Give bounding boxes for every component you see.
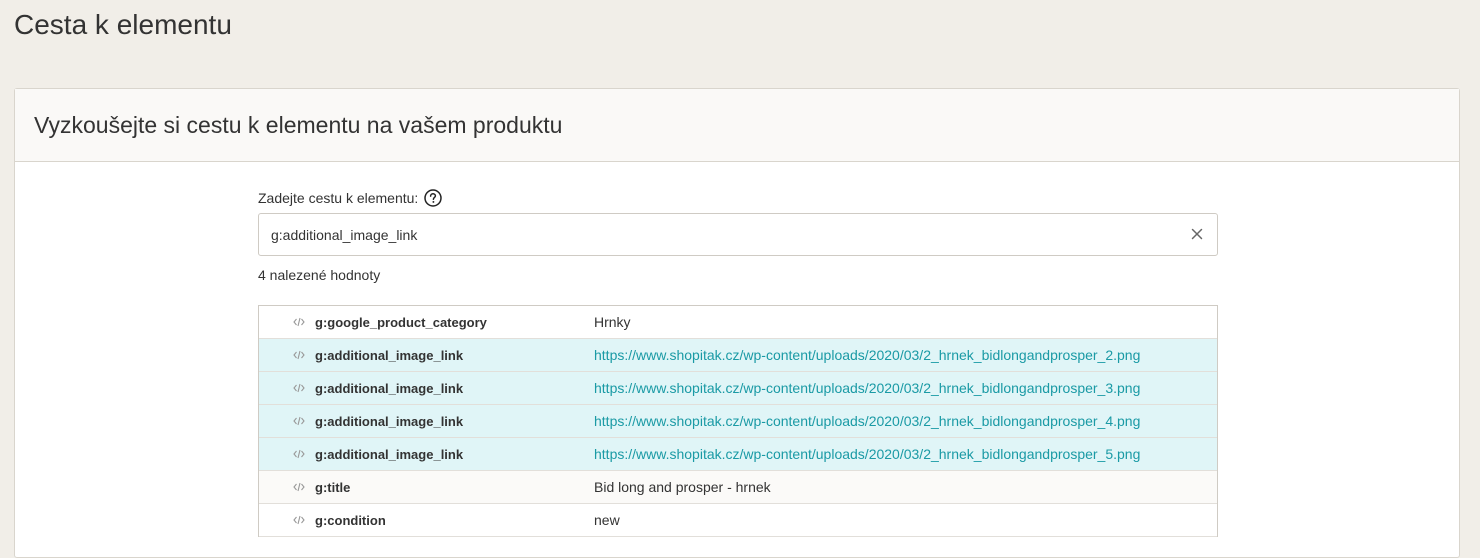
row-value: Bid long and prosper - hrnek [594, 479, 771, 495]
row-key: g:title [315, 479, 351, 495]
table-row: g:additional_image_link https://www.shop… [259, 438, 1217, 471]
row-value-link[interactable]: https://www.shopitak.cz/wp-content/uploa… [594, 347, 1140, 363]
table-row: g:google_product_category Hrnky [259, 306, 1217, 339]
path-input-wrapper [258, 213, 1218, 256]
code-icon [292, 383, 306, 393]
row-key: g:additional_image_link [315, 446, 464, 462]
card-title: Vyzkoušejte si cestu k elementu na vašem… [34, 111, 563, 138]
code-icon [292, 416, 306, 426]
table-row: g:additional_image_link https://www.shop… [259, 405, 1217, 438]
path-field-label: Zadejte cestu k elementu: [258, 190, 419, 206]
table-row: g:condition new [259, 504, 1217, 537]
row-value-link[interactable]: https://www.shopitak.cz/wp-content/uploa… [594, 413, 1140, 429]
code-icon [292, 482, 306, 492]
result-count: 4 nalezené hodnoty [258, 267, 381, 283]
code-icon [292, 317, 306, 327]
path-form: Zadejte cestu k elementu: 4 nalezené hod… [258, 188, 1218, 537]
table-row: g:additional_image_link https://www.shop… [259, 372, 1217, 405]
clear-icon[interactable] [1189, 226, 1205, 242]
row-value: new [594, 512, 620, 528]
row-key: g:additional_image_link [315, 413, 464, 429]
row-value-link[interactable]: https://www.shopitak.cz/wp-content/uploa… [594, 380, 1140, 396]
test-path-card: Vyzkoušejte si cestu k elementu na vašem… [14, 88, 1460, 558]
card-header: Vyzkoušejte si cestu k elementu na vašem… [15, 89, 1459, 162]
code-icon [292, 350, 306, 360]
row-key: g:additional_image_link [315, 347, 464, 363]
path-field-label-row: Zadejte cestu k elementu: [258, 188, 1218, 208]
row-value-link[interactable]: https://www.shopitak.cz/wp-content/uploa… [594, 446, 1140, 462]
code-icon [292, 515, 306, 525]
table-row: g:additional_image_link https://www.shop… [259, 339, 1217, 372]
path-input[interactable] [259, 214, 1159, 255]
table-row: g:title Bid long and prosper - hrnek [259, 471, 1217, 504]
row-key: g:condition [315, 512, 386, 528]
results-table: g:google_product_category Hrnky g:additi… [258, 305, 1218, 537]
code-icon [292, 449, 306, 459]
row-key: g:google_product_category [315, 314, 487, 330]
row-value: Hrnky [594, 314, 631, 330]
row-key: g:additional_image_link [315, 380, 464, 396]
page-title: Cesta k elementu [14, 9, 232, 40]
help-icon[interactable] [424, 189, 443, 207]
